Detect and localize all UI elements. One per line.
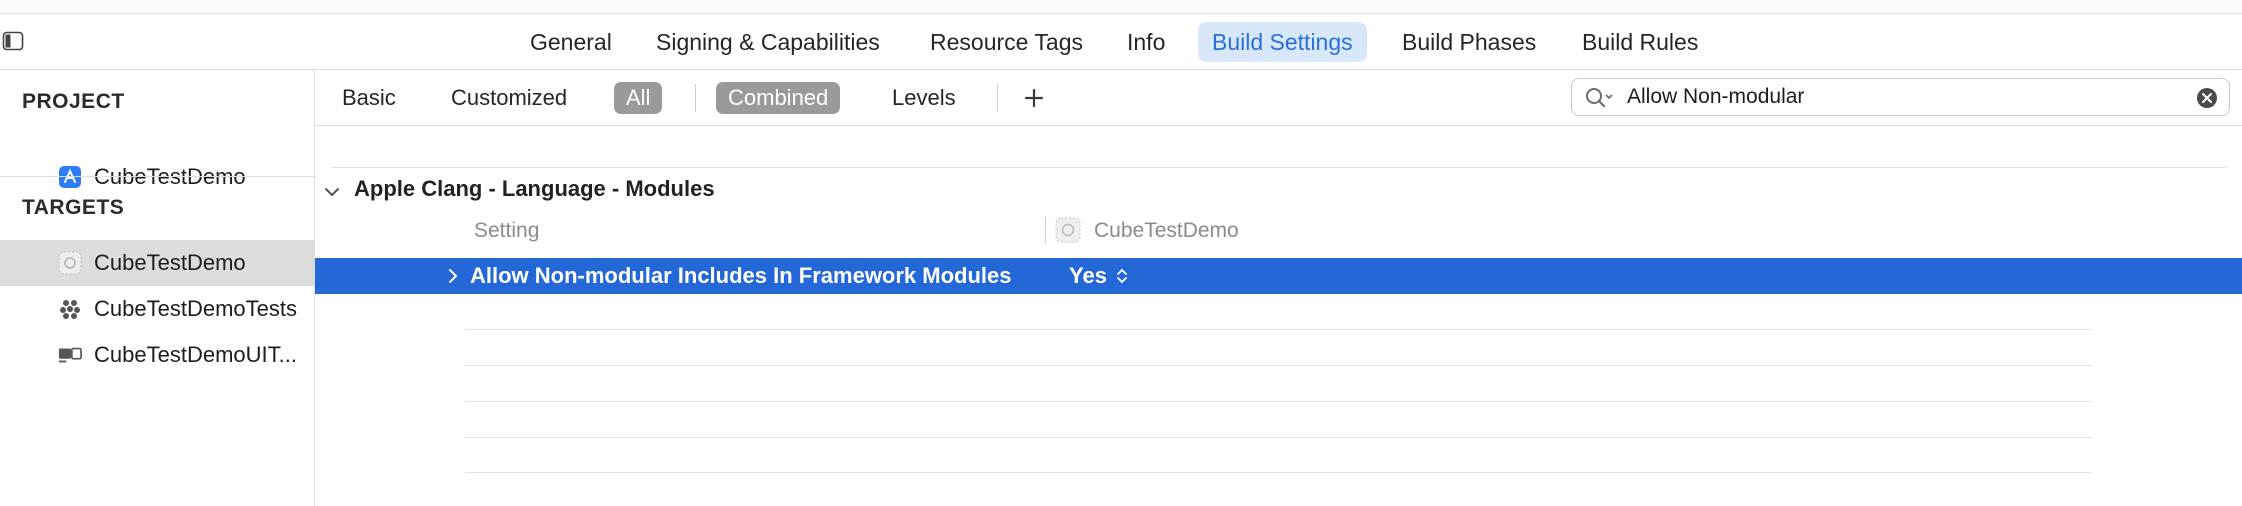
sidebar-item-label: CubeTestDemoUIT... (94, 342, 297, 367)
build-settings-filter-bar: Basic Customized All Combined Levels (315, 70, 2242, 126)
sidebar-item-project[interactable]: CubeTestDemo (0, 154, 314, 200)
project-navigator-sidebar: PROJECT CubeTestDemo TARGETS CubeTestDem… (0, 70, 315, 506)
sidebar-item-target-uitests[interactable]: CubeTestDemoUIT... (0, 332, 314, 378)
search-input[interactable] (1627, 82, 2167, 112)
filter-combined[interactable]: Combined (716, 82, 841, 114)
ui-tests-icon (58, 347, 82, 363)
project-header: PROJECT (22, 90, 125, 113)
setting-value[interactable]: Yes (1069, 258, 1107, 294)
chevron-down-icon[interactable] (323, 183, 341, 201)
unit-tests-icon (60, 300, 80, 319)
targets-header: TARGETS (22, 196, 125, 219)
sidebar-item-target-tests[interactable]: CubeTestDemoTests (0, 286, 314, 332)
settings-group-title: Apple Clang - Language - Modules (354, 176, 715, 201)
setting-name: Allow Non-modular Includes In Framework … (470, 263, 1012, 288)
tab-build-phases[interactable]: Build Phases (1388, 22, 1550, 62)
content-divider (331, 167, 2226, 168)
search-icon (1586, 88, 1613, 108)
tab-general[interactable]: General (516, 22, 626, 62)
search-field[interactable] (1571, 78, 2230, 116)
tab-build-settings[interactable]: Build Settings (1198, 22, 1367, 62)
empty-row-line (465, 472, 2092, 473)
chevron-right-icon[interactable] (446, 267, 460, 285)
add-setting-plus-icon[interactable] (1018, 82, 1050, 114)
column-header-target[interactable]: CubeTestDemo (1094, 219, 1239, 243)
tab-info[interactable]: Info (1113, 22, 1179, 62)
filter-basic[interactable]: Basic (330, 82, 408, 114)
tabs: General Signing & Capabilities Resource … (0, 22, 2242, 62)
filter-separator (695, 84, 696, 112)
empty-row-line (465, 437, 2092, 438)
filter-separator (997, 84, 998, 112)
up-down-chevron-icon[interactable] (1116, 267, 1128, 285)
empty-row-line (465, 365, 2092, 366)
sidebar-item-label: CubeTestDemo (94, 250, 246, 275)
filter-customized[interactable]: Customized (439, 82, 579, 114)
window-top-strip (0, 0, 2242, 14)
clear-search-icon[interactable] (2196, 87, 2218, 109)
app-project-icon (59, 166, 81, 188)
tab-resource-tags[interactable]: Resource Tags (916, 22, 1097, 62)
app-target-icon (1055, 217, 1081, 243)
tab-signing-capabilities[interactable]: Signing & Capabilities (642, 22, 894, 62)
sidebar-item-label: CubeTestDemo (94, 164, 246, 189)
column-separator (1045, 217, 1046, 243)
sidebar-item-target-app[interactable]: CubeTestDemo (0, 240, 314, 286)
editor-tab-bar: General Signing & Capabilities Resource … (0, 14, 2242, 70)
column-header-setting[interactable]: Setting (474, 219, 539, 243)
sidebar-item-label: CubeTestDemoTests (94, 296, 297, 321)
sidebar-divider (0, 176, 314, 177)
filter-levels[interactable]: Levels (880, 82, 968, 114)
filter-all[interactable]: All (614, 82, 663, 114)
setting-row-selected[interactable]: Allow Non-modular Includes In Framework … (315, 258, 2242, 294)
empty-row-line (465, 329, 2092, 330)
empty-row-line (465, 401, 2092, 402)
app-target-icon (58, 251, 82, 275)
tab-build-rules[interactable]: Build Rules (1568, 22, 1712, 62)
